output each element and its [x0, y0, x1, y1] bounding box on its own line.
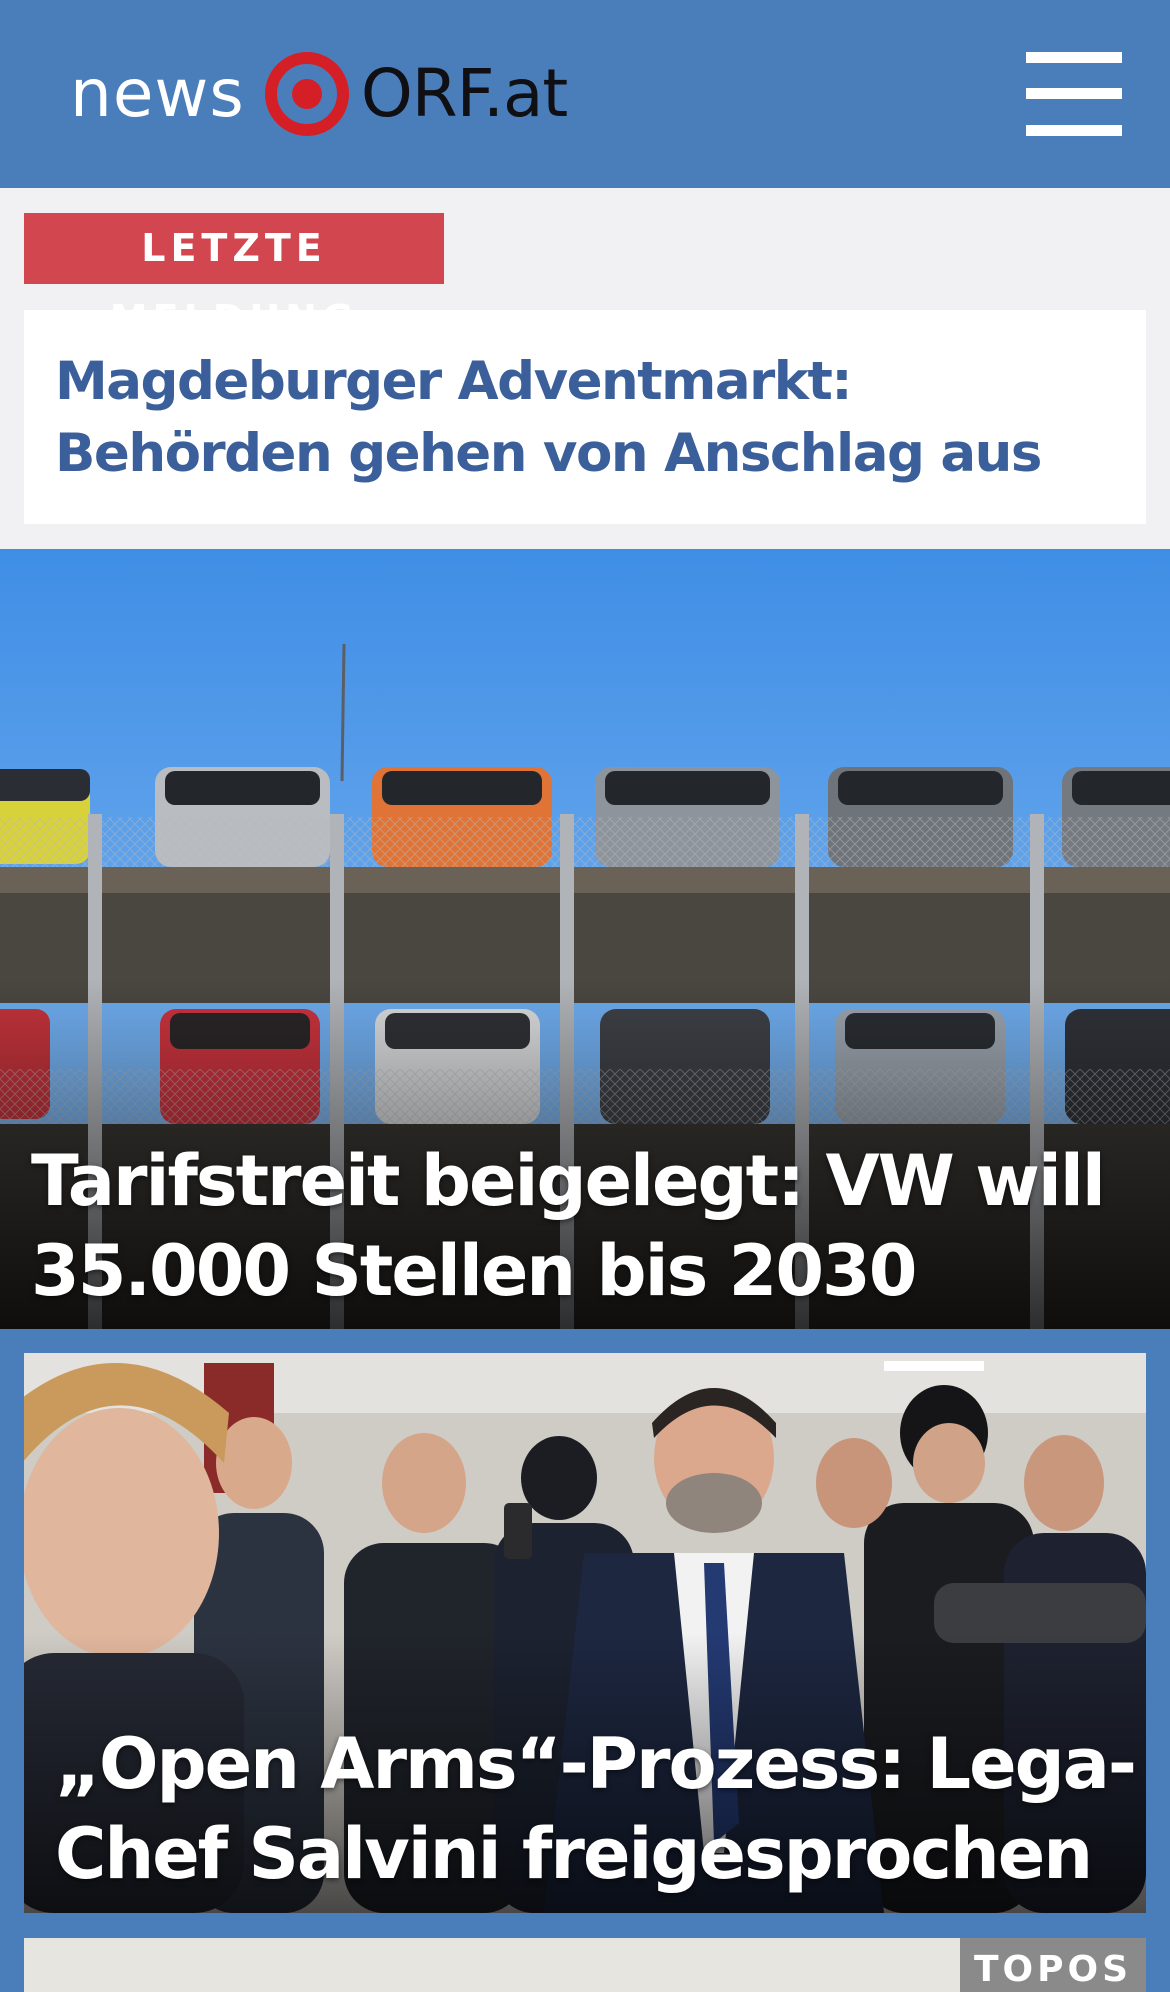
- breaking-news-headline[interactable]: Magdeburger Adventmarkt: Behörden gehen …: [55, 346, 1116, 490]
- hamburger-menu-icon[interactable]: [1026, 52, 1122, 136]
- logo-orf-text: ORF.at: [360, 55, 568, 132]
- breaking-news-badge: LETZTE MELDUNG: [24, 213, 444, 341]
- story-headline[interactable]: Tarifstreit beigelegt: VW will 35.000 St…: [31, 1136, 1151, 1329]
- story-headline[interactable]: „Open Arms“-Prozess: Lega-Chef Salvini f…: [55, 1719, 1137, 1899]
- topos-badge: TOPOS: [960, 1938, 1146, 1992]
- orf-news-logo[interactable]: news ORF.at: [70, 48, 568, 140]
- story-card-vw[interactable]: Tarifstreit beigelegt: VW will 35.000 St…: [0, 549, 1170, 1329]
- logo-news-text: news: [70, 55, 245, 132]
- breaking-news-card[interactable]: Magdeburger Adventmarkt: Behörden gehen …: [24, 310, 1146, 524]
- story-card-salvini[interactable]: „Open Arms“-Prozess: Lega-Chef Salvini f…: [24, 1353, 1146, 1913]
- app-header: news ORF.at: [0, 0, 1170, 188]
- story-card-topos[interactable]: TOPOS: [24, 1938, 1146, 1992]
- orf-eye-icon: [264, 52, 349, 136]
